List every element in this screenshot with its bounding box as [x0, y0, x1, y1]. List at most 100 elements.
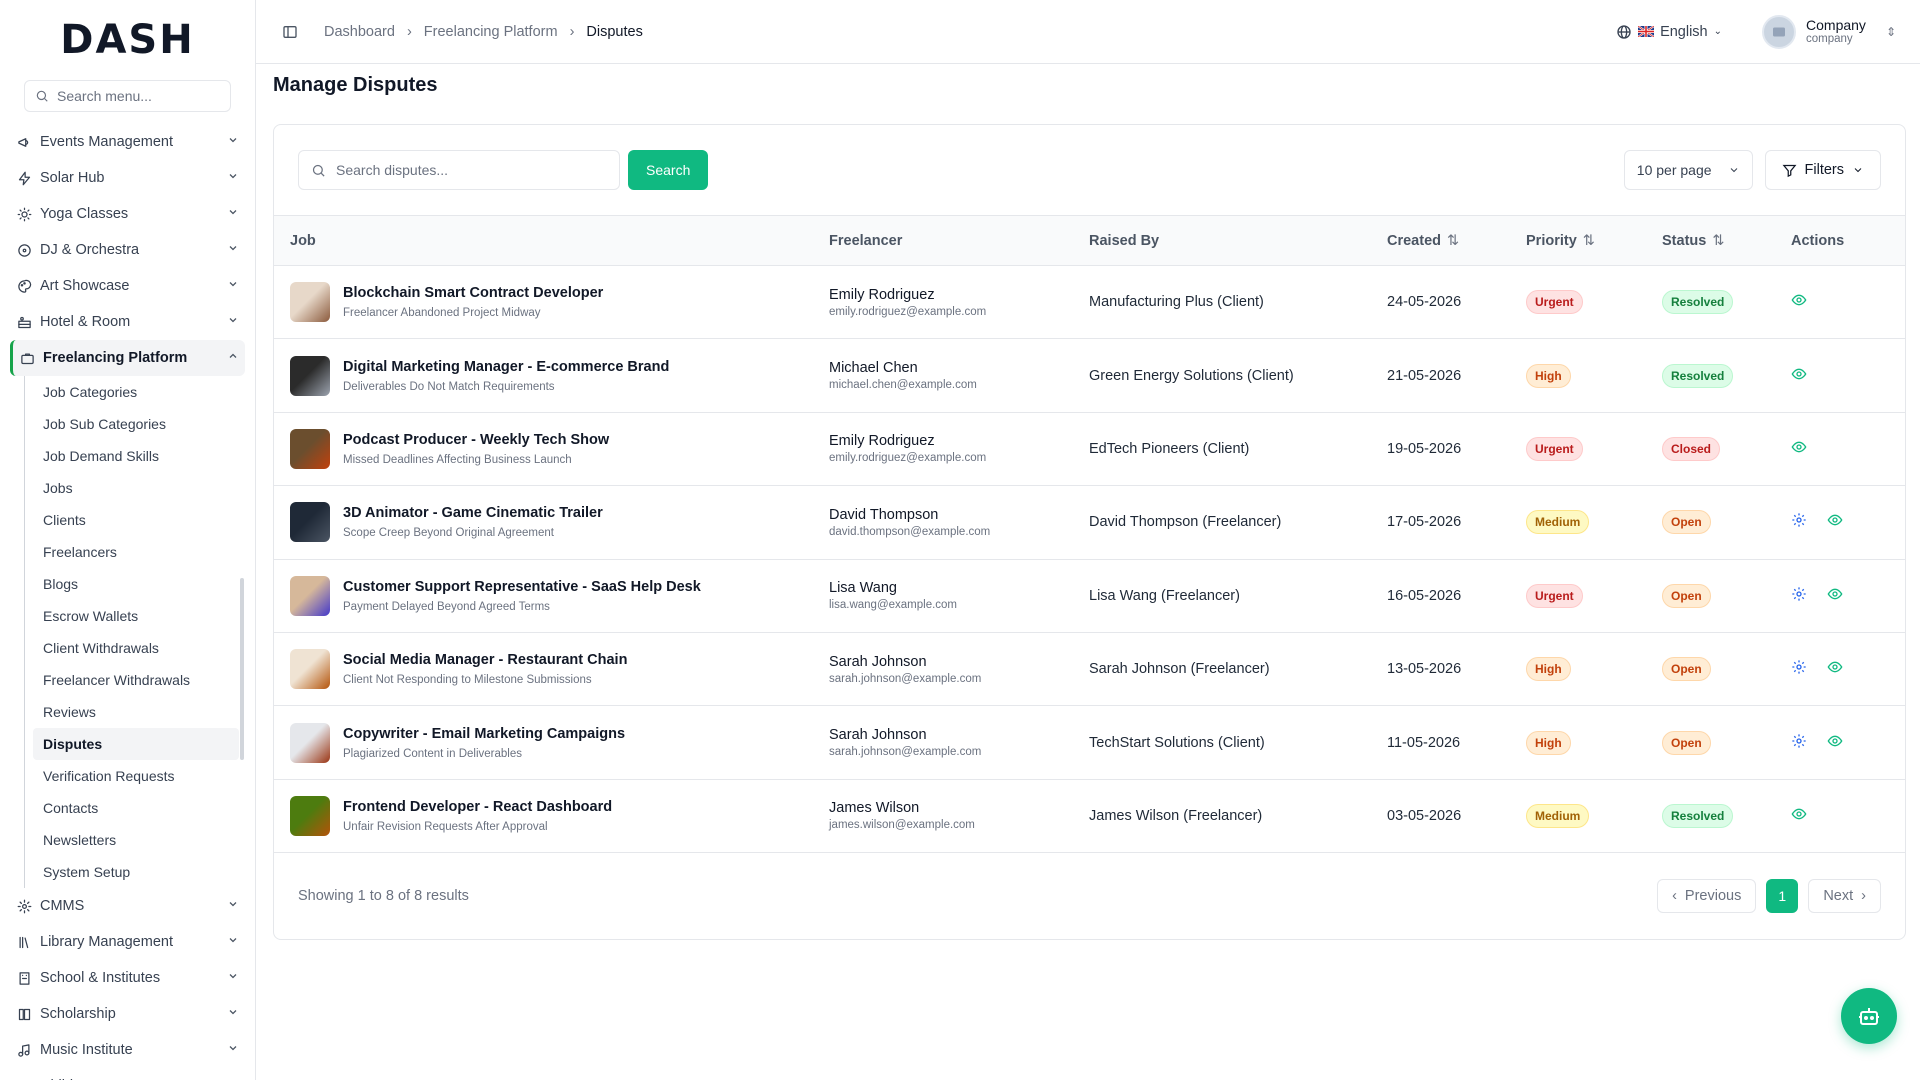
topbar-right: English ⌄ Company company ⇕ [1616, 14, 1896, 49]
sidebar-subitem-jobs[interactable]: Jobs [33, 472, 239, 504]
sidebar-subitem-freelancers[interactable]: Freelancers [33, 536, 239, 568]
freelancer-cell: Michael Chen michael.chen@example.com [813, 339, 1073, 412]
page-1-button[interactable]: 1 [1766, 879, 1799, 914]
next-button[interactable]: Next › [1808, 879, 1881, 914]
bolt-icon [16, 170, 32, 186]
table-row[interactable]: Podcast Producer - Weekly Tech Show Misse… [274, 412, 1905, 486]
col-priority[interactable]: Priority ⇅ [1510, 216, 1646, 266]
status-cell: Open [1646, 706, 1775, 779]
job-title[interactable]: Digital Marketing Manager - E-commerce B… [343, 359, 669, 375]
sidebar-item-freelancing-platform[interactable]: Freelancing Platform [10, 340, 245, 376]
job-title[interactable]: Blockchain Smart Contract Developer [343, 285, 603, 301]
job-title[interactable]: Social Media Manager - Restaurant Chain [343, 652, 627, 668]
table-row[interactable]: 3D Animator - Game Cinematic Trailer Scop… [274, 486, 1905, 560]
table-row[interactable]: Copywriter - Email Marketing Campaigns Pl… [274, 706, 1905, 780]
chevron-down-icon [1730, 168, 1737, 173]
raised-by-cell: TechStart Solutions (Client) [1089, 734, 1265, 751]
sidebar-subitem-newsletters[interactable]: Newsletters [33, 824, 239, 856]
sidebar-subitem-clients[interactable]: Clients [33, 504, 239, 536]
sidebar-toggle-icon[interactable] [282, 24, 298, 40]
view-eye-icon[interactable] [1827, 733, 1843, 753]
sidebar-subitem-contacts[interactable]: Contacts [33, 792, 239, 824]
sidebar-subitem-job-categories[interactable]: Job Categories [33, 376, 239, 408]
freelancer-email: david.thompson@example.com [829, 525, 991, 538]
sidebar-subitem-freelancer-withdrawals[interactable]: Freelancer Withdrawals [33, 664, 239, 696]
col-created[interactable]: Created ⇅ [1371, 216, 1510, 266]
avatar[interactable] [1762, 14, 1797, 49]
dispute-search-input[interactable]: Search disputes... [298, 150, 620, 190]
view-eye-icon[interactable] [1791, 439, 1807, 459]
sidebar-item-dj-and-orchestra[interactable]: DJ & Orchestra [10, 232, 245, 268]
settings-icon[interactable] [1791, 586, 1807, 606]
job-title[interactable]: 3D Animator - Game Cinematic Trailer [343, 505, 603, 521]
sidebar-item-label: Art Showcase [40, 278, 130, 294]
sidebar-subitem-client-withdrawals[interactable]: Client Withdrawals [33, 632, 239, 664]
table-row[interactable]: Frontend Developer - React Dashboard Unfa… [274, 779, 1905, 853]
sidebar-item-label: Yoga Classes [40, 206, 129, 222]
sidebar-item-cmms[interactable]: CMMS [10, 888, 245, 924]
sidebar-subitem-reviews[interactable]: Reviews [33, 696, 239, 728]
settings-icon[interactable] [1791, 659, 1807, 679]
breadcrumb-freelancing-platform[interactable]: Freelancing Platform [424, 24, 558, 40]
col-status[interactable]: Status ⇅ [1646, 216, 1775, 266]
sidebar-item-music-institute[interactable]: Music Institute [10, 1032, 245, 1068]
user-menu[interactable]: Company company [1806, 18, 1866, 45]
freelancer-email: lisa.wang@example.com [829, 599, 958, 612]
sidebar-subitem-disputes[interactable]: Disputes [33, 728, 239, 760]
table-row[interactable]: Digital Marketing Manager - E-commerce B… [274, 339, 1905, 413]
freelancer-cell: Emily Rodriguez emily.rodriguez@example.c… [813, 266, 1073, 339]
view-eye-icon[interactable] [1791, 292, 1807, 312]
per-page-select[interactable]: 10 per page [1623, 150, 1753, 190]
view-eye-icon[interactable] [1791, 806, 1807, 826]
sidebar-item-school-and-institutes[interactable]: School & Institutes [10, 960, 245, 996]
sidebar-item-childcare[interactable]: Childcare [10, 1068, 245, 1080]
logo[interactable]: DASH [0, 0, 255, 80]
filters-button[interactable]: Filters [1764, 150, 1881, 190]
sidebar-item-library-management[interactable]: Library Management [10, 924, 245, 960]
sidebar-subitem-job-sub-categories[interactable]: Job Sub Categories [33, 408, 239, 440]
user-name: Company [1806, 17, 1866, 34]
sidebar-item-art-showcase[interactable]: Art Showcase [10, 268, 245, 304]
dispute-reason: Plagiarized Content in Deliverables [343, 747, 522, 760]
sidebar-scrollbar[interactable] [240, 578, 244, 760]
view-eye-icon[interactable] [1827, 659, 1843, 679]
sort-icon[interactable]: ⇅ [1712, 233, 1724, 249]
sidebar-item-hotel-and-room[interactable]: Hotel & Room [10, 304, 245, 340]
sort-icon[interactable]: ⇅ [1447, 233, 1459, 249]
sidebar-subitem-system-setup[interactable]: System Setup [33, 856, 239, 888]
table-row[interactable]: Customer Support Representative - SaaS H… [274, 559, 1905, 633]
sidebar-item-yoga-classes[interactable]: Yoga Classes [10, 196, 245, 232]
settings-icon[interactable] [1791, 512, 1807, 532]
dispute-reason: Unfair Revision Requests After Approval [343, 820, 548, 833]
view-eye-icon[interactable] [1827, 512, 1843, 532]
job-title[interactable]: Podcast Producer - Weekly Tech Show [343, 432, 609, 448]
sidebar-subitem-job-demand-skills[interactable]: Job Demand Skills [33, 440, 239, 472]
search-button[interactable]: Search [628, 150, 709, 190]
table-row[interactable]: Blockchain Smart Contract Developer Freel… [274, 266, 1905, 339]
job-title[interactable]: Copywriter - Email Marketing Campaigns [343, 726, 625, 742]
settings-icon[interactable] [1791, 733, 1807, 753]
sidebar-subitem-escrow-wallets[interactable]: Escrow Wallets [33, 600, 239, 632]
job-title[interactable]: Customer Support Representative - SaaS H… [343, 579, 701, 595]
table-row[interactable]: Social Media Manager - Restaurant Chain C… [274, 632, 1905, 706]
priority-badge: Urgent [1526, 583, 1583, 608]
sort-icon[interactable]: ⇅ [1583, 233, 1595, 249]
breadcrumb-dashboard[interactable]: Dashboard [324, 24, 395, 40]
view-eye-icon[interactable] [1827, 586, 1843, 606]
chatbot-button[interactable] [1841, 988, 1897, 1044]
chevrons-up-down-icon[interactable]: ⇕ [1886, 25, 1896, 39]
sidebar-subitem-verification-requests[interactable]: Verification Requests [33, 760, 239, 792]
freelancer-email: sarah.johnson@example.com [829, 672, 982, 685]
job-title[interactable]: Frontend Developer - React Dashboard [343, 799, 612, 815]
chevron-down-icon: ⌄ [1713, 26, 1723, 37]
topbar: Dashboard › Freelancing Platform › Dispu… [256, 0, 1920, 64]
sidebar-subitem-blogs[interactable]: Blogs [33, 568, 239, 600]
freelancer-name: Lisa Wang [829, 580, 897, 597]
sidebar-item-events-management[interactable]: Events Management [10, 124, 245, 160]
sidebar-search-input[interactable]: Search menu... [24, 80, 231, 112]
view-eye-icon[interactable] [1791, 366, 1807, 386]
sidebar-item-scholarship[interactable]: Scholarship [10, 996, 245, 1032]
previous-button[interactable]: ‹ Previous [1657, 879, 1757, 914]
sidebar-item-solar-hub[interactable]: Solar Hub [10, 160, 245, 196]
language-selector[interactable]: English ⌄ [1616, 24, 1722, 40]
